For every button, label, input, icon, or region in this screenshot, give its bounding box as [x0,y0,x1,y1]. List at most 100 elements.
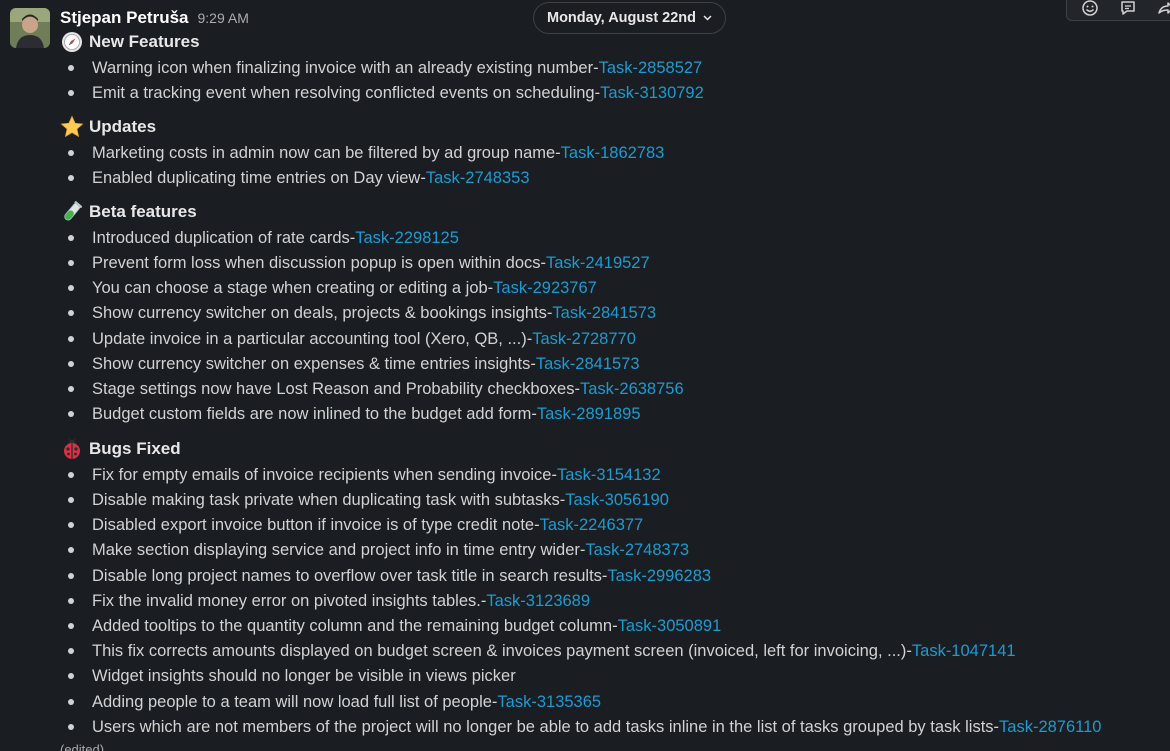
bullet-dot [68,175,74,181]
message-header: Stjepan Petruša 9:29 AM [60,8,249,28]
bullet-dot [68,260,74,266]
share-message-icon[interactable] [1155,0,1170,17]
bullet-dot [68,90,74,96]
task-link[interactable]: Task-2891895 [537,405,641,424]
list-item: Show currency switcher on deals, project… [68,302,656,324]
bullet-dot [68,310,74,316]
list-item: Adding people to a team will now load fu… [68,691,601,713]
section-title-new-features: New Features [60,30,200,54]
task-link[interactable]: Task-2748353 [426,169,530,188]
list-item: Disable making task private when duplica… [68,489,669,511]
list-item: Added tooltips to the quantity column an… [68,615,721,637]
item-text: Fix the invalid money error on pivoted i… [92,591,481,610]
list-item: Fix the invalid money error on pivoted i… [68,590,590,612]
task-link[interactable]: Task-2876110 [999,718,1101,737]
item-text: Budget custom fields are now inlined to … [92,404,532,423]
date-divider-button[interactable]: Monday, August 22nd [533,2,726,34]
task-link[interactable]: Task-2996283 [607,567,711,586]
item-text: Users which are not members of the proje… [92,717,994,736]
item-text: Disable long project names to overflow o… [92,566,602,585]
list-item: Enabled duplicating time entries on Day … [68,167,530,189]
bullet-dot [68,361,74,367]
task-link[interactable]: Task-1047141 [912,642,1016,661]
bullet-dot [68,522,74,528]
list-item: Budget custom fields are now inlined to … [68,403,641,425]
item-text: Show currency switcher on expenses & tim… [92,354,531,373]
item-text: Show currency switcher on deals, project… [92,303,547,322]
list-item: Introduced duplication of rate cards - T… [68,227,459,249]
bullet-dot [68,150,74,156]
task-link[interactable]: Task-2638756 [580,380,684,399]
reply-in-thread-icon[interactable] [1117,0,1139,17]
item-text: Prevent form loss when discussion popup … [92,253,541,272]
section-label: Updates [89,117,157,136]
item-text: Warning icon when finalizing invoice wit… [92,58,594,77]
section-title-updates: Updates [60,115,156,139]
message-timestamp[interactable]: 9:29 AM [198,10,249,26]
list-item: This fix corrects amounts displayed on b… [68,640,1016,662]
item-text: You can choose a stage when creating or … [92,278,488,297]
bullet-dot [68,336,74,342]
task-link[interactable]: Task-1862783 [561,144,665,163]
item-text: Update invoice in a particular accountin… [92,329,527,348]
item-text: Emit a tracking event when resolving con… [92,83,595,102]
task-link[interactable]: Task-2841573 [552,304,656,323]
bullet-dot [68,386,74,392]
emoji-reaction-icon[interactable] [1079,0,1101,17]
list-item: You can choose a stage when creating or … [68,277,597,299]
list-item: Show currency switcher on expenses & tim… [68,353,640,375]
list-item: Widget insights should no longer be visi… [68,665,516,687]
task-link[interactable]: Task-2419527 [546,254,650,273]
task-link[interactable]: Task-3050891 [618,617,722,636]
bullet-dot [68,235,74,241]
list-item: Emit a tracking event when resolving con… [68,82,704,104]
task-link[interactable]: Task-3123689 [486,592,590,611]
item-text: Marketing costs in admin now can be filt… [92,143,556,162]
bullet-dot [68,411,74,417]
message-actions-toolbar [1066,0,1170,21]
task-link[interactable]: Task-3154132 [557,466,661,485]
section-label: Bugs Fixed [89,439,181,458]
task-link[interactable]: Task-2841573 [536,355,640,374]
list-item: Warning icon when finalizing invoice wit… [68,57,702,79]
list-item: Users which are not members of the proje… [68,716,1101,738]
item-text: Introduced duplication of rate cards [92,228,350,247]
list-item: Fix for empty emails of invoice recipien… [68,464,661,486]
bullet-dot [68,724,74,730]
item-text: Make section displaying service and proj… [92,540,580,559]
task-link[interactable]: Task-2246377 [540,516,644,535]
item-text: This fix corrects amounts displayed on b… [92,641,907,660]
bullet-dot [68,598,74,604]
item-text: Stage settings now have Lost Reason and … [92,379,575,398]
bullet-dot [68,573,74,579]
task-link[interactable]: Task-3130792 [600,84,704,103]
item-text: Widget insights should no longer be visi… [92,666,516,685]
date-divider-label: Monday, August 22nd [546,10,697,26]
author-name[interactable]: Stjepan Petruša [60,8,189,28]
item-text: Fix for empty emails of invoice recipien… [92,465,552,484]
avatar[interactable] [10,8,50,48]
list-item: Make section displaying service and proj… [68,539,689,561]
bullet-dot [68,699,74,705]
task-link[interactable]: Task-3135365 [497,693,601,712]
edited-label: (edited) [60,742,105,751]
bullet-dot [68,472,74,478]
task-link[interactable]: Task-2923767 [493,279,597,298]
task-link[interactable]: Task-3056190 [565,491,669,510]
list-item: Prevent form loss when discussion popup … [68,252,650,274]
list-item: Disable long project names to overflow o… [68,565,711,587]
compass-icon [60,30,84,54]
item-text: Added tooltips to the quantity column an… [92,616,613,635]
list-item: Update invoice in a particular accountin… [68,328,636,350]
task-link[interactable]: Task-2728770 [532,330,636,349]
section-label: Beta features [89,202,197,221]
task-link[interactable]: Task-2748373 [585,541,689,560]
section-title-bugs-fixed: Bugs Fixed [60,437,181,461]
test-tube-icon [60,200,84,224]
task-link[interactable]: Task-2298125 [355,229,459,248]
list-item: Marketing costs in admin now can be filt… [68,142,664,164]
list-item: Stage settings now have Lost Reason and … [68,378,684,400]
section-label: New Features [89,32,200,51]
item-text: Disable making task private when duplica… [92,490,560,509]
task-link[interactable]: Task-2858527 [599,59,703,78]
